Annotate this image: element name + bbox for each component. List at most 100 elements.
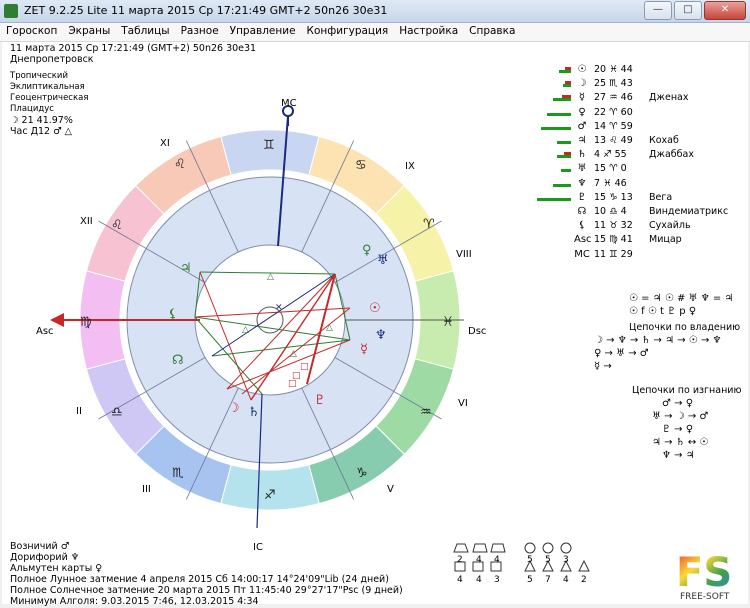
house-6-label: VI xyxy=(458,398,468,409)
fixed-star: Вега xyxy=(649,191,673,203)
asc-label: Asc xyxy=(36,326,54,337)
virgo-left-icon: ♌ xyxy=(111,218,123,233)
sun-glyph-icon: ☉ xyxy=(369,301,381,316)
ic-label: IC xyxy=(253,542,263,553)
strength-bar xyxy=(557,141,571,144)
planet-row[interactable]: ☿ 27 ♒ 46 Дженах xyxy=(517,92,747,106)
chain-ownership-3: ☿ → xyxy=(594,361,612,372)
sagittarius-icon: ♐ xyxy=(264,488,276,503)
moon-glyph-icon: ☽ xyxy=(228,401,240,416)
planet-position: 10 ♎ 4 xyxy=(594,206,627,217)
fixed-star: Сухайль xyxy=(649,220,691,232)
planet-symbol-icon: ♅ xyxy=(577,163,587,175)
menu-control[interactable]: Управление xyxy=(224,23,301,41)
menu-horoscope[interactable]: Гороскоп xyxy=(0,23,62,41)
aquarius-icon: ♒ xyxy=(420,405,432,420)
strength-bar xyxy=(563,84,571,88)
planet-symbol-icon: ♇ xyxy=(577,191,587,203)
planet-position: 25 ♏ 43 xyxy=(594,78,633,90)
menu-settings[interactable]: Настройка xyxy=(393,23,463,41)
strength-bar xyxy=(553,183,571,187)
receptions-line2: ☉ f ☉ t ♇ p ♀ xyxy=(629,306,697,317)
planet-position: 11 ♊ 29 xyxy=(594,248,633,260)
svg-text:△: △ xyxy=(290,349,297,359)
svg-text:□: □ xyxy=(300,362,309,372)
menu-config[interactable]: Конфигурация xyxy=(301,23,394,41)
strength-bar xyxy=(553,98,571,102)
strength-bar xyxy=(559,70,571,73)
planet-symbol-icon: ♄ xyxy=(577,149,587,161)
planet-symbol-icon: Asc xyxy=(574,234,592,246)
node-glyph-icon: ☊ xyxy=(172,353,184,368)
venus-glyph-icon: ♀ xyxy=(362,243,372,258)
svg-text:△: △ xyxy=(326,323,333,333)
planet-symbol-icon: ☿ xyxy=(578,92,586,104)
strength-bar xyxy=(547,112,571,116)
fixed-star: Виндемиатрикс xyxy=(649,206,729,217)
house-2-label: II xyxy=(76,406,82,417)
chain-exile-3: ♇ → ♀ xyxy=(662,424,694,435)
gemini-icon: ♊ xyxy=(263,138,275,153)
minimize-button[interactable]: — xyxy=(644,1,672,20)
planet-row[interactable]: ♅ 15 ♈ 0 xyxy=(517,163,747,177)
menu-screens[interactable]: Экраны xyxy=(62,23,115,41)
svg-text:3: 3 xyxy=(494,575,500,585)
planet-position: 4 ♐ 55 xyxy=(594,149,627,161)
planet-row[interactable]: Asc 15 ♍ 41 Мицар xyxy=(517,234,747,248)
svg-text:4: 4 xyxy=(494,555,500,565)
menu-tables[interactable]: Таблицы xyxy=(115,23,174,41)
planet-row[interactable]: ⚸ 11 ♉ 32 Сухайль xyxy=(517,220,747,234)
planet-position: 15 ♍ 41 xyxy=(594,234,633,246)
planet-row[interactable]: ☊ 10 ♎ 4 Виндемиатрикс xyxy=(517,206,747,220)
fixed-star: Кохаб xyxy=(649,135,679,146)
jupiter-glyph-icon: ♃ xyxy=(180,261,192,276)
menu-bar: Гороскоп Экраны Таблицы Разное Управлени… xyxy=(0,23,750,42)
capricorn-icon: ♑ xyxy=(356,466,368,481)
element-counts: 2 4 4 4 4 3 5 5 3 5 7 4 2 xyxy=(453,542,590,585)
dsc-label: Dsc xyxy=(468,326,486,337)
libra-icon: ♎ xyxy=(111,405,123,420)
window-title: ZET 9.2.25 Lite 11 марта 2015 Ср 17:21:4… xyxy=(24,4,388,17)
debility-bar xyxy=(562,95,571,99)
cancer-icon: ♋ xyxy=(355,158,367,173)
virgo-icon: ♍ xyxy=(80,315,92,330)
svg-text:△: △ xyxy=(242,325,249,335)
app-icon xyxy=(4,4,18,18)
lilith-glyph-icon: ⚸ xyxy=(168,307,178,322)
planet-symbol-icon: ☉ xyxy=(577,64,587,75)
chart-canvas: 11 марта 2015 Ср 17:21:49 (GMT+2) 50n26 … xyxy=(2,42,748,607)
chains-exile-title: Цепочки по изгнанию xyxy=(632,385,742,396)
planet-row[interactable]: ♄ 4 ♐ 55 Джаббах xyxy=(517,149,747,163)
planet-symbol-icon: ⚸ xyxy=(578,220,586,232)
debility-bar xyxy=(564,152,571,156)
planet-row[interactable]: ☽ 25 ♏ 43 xyxy=(517,78,747,92)
chain-exile-1: ♂ → ♀ xyxy=(662,398,694,409)
ic-half-shape-icon xyxy=(578,559,590,572)
planet-row[interactable]: ♃ 13 ♌ 49 Кохаб xyxy=(517,135,747,149)
house-3-label: III xyxy=(142,484,151,495)
planet-row[interactable]: MC 11 ♊ 29 xyxy=(517,249,747,263)
fixed-star: Джаббах xyxy=(649,149,694,161)
planet-row[interactable]: ☉ 20 ♓ 44 xyxy=(517,64,747,78)
menu-misc[interactable]: Разное xyxy=(175,23,224,41)
planet-position: 7 ♓ 46 xyxy=(594,177,627,189)
svg-text:5: 5 xyxy=(545,555,551,565)
leo-icon: ♌ xyxy=(174,157,186,172)
maximize-button[interactable]: □ xyxy=(674,1,702,20)
svg-text:△: △ xyxy=(267,272,274,282)
planet-row[interactable]: ♂ 14 ♈ 59 xyxy=(517,121,747,135)
svg-text:2: 2 xyxy=(581,575,587,585)
chain-exile-2: ♅ → ☽ → ♂ xyxy=(652,411,709,422)
menu-help[interactable]: Справка xyxy=(463,23,520,41)
planet-symbol-icon: ☊ xyxy=(577,206,587,217)
planet-row[interactable]: ♀ 22 ♈ 60 xyxy=(517,107,747,121)
pluto-glyph-icon: ♇ xyxy=(314,393,326,408)
strength-bar xyxy=(561,169,571,173)
planet-symbol-icon: ♂ xyxy=(577,120,587,132)
fixed-shape-icon xyxy=(472,543,488,553)
planet-row[interactable]: ♆ 7 ♓ 46 xyxy=(517,178,747,192)
neptune-glyph-icon: ♆ xyxy=(375,328,387,343)
svg-text:4: 4 xyxy=(563,575,569,585)
close-button[interactable]: ✕ xyxy=(704,1,746,20)
planet-row[interactable]: ♇ 15 ♑ 13 Вега xyxy=(517,192,747,206)
